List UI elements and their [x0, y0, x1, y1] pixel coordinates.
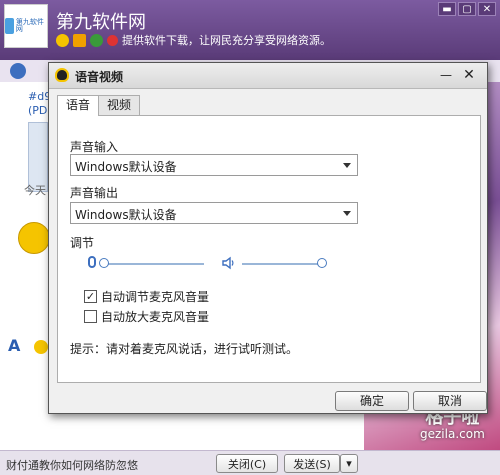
tab-voice[interactable]: 语音 [57, 95, 100, 116]
chevron-down-icon [343, 163, 351, 168]
microphone-icon [88, 256, 96, 268]
date-label: 今天 [24, 184, 46, 197]
watermark-url: gezila.com [420, 426, 485, 441]
output-device-select[interactable]: Windows默认设备 [70, 202, 358, 224]
speaker-volume-thumb[interactable] [317, 258, 327, 268]
status-row: 提供软件下载，让网民充分享受网络资源。 [56, 32, 331, 48]
emoji-icon[interactable] [34, 340, 48, 354]
dialog-title: 语音视频 [75, 70, 124, 84]
avatar-text: 第九软件网 [15, 18, 44, 33]
chevron-down-icon [343, 211, 351, 216]
send-button[interactable]: 发送(S) [284, 454, 340, 473]
output-label: 声音输出 [70, 186, 119, 200]
minimize-icon[interactable]: ▬ [438, 2, 456, 16]
input-device-select[interactable]: Windows默认设备 [70, 154, 358, 176]
auto-adjust-label: 自动调节麦克风音量 [101, 290, 210, 304]
tab-video[interactable]: 视频 [98, 95, 141, 115]
dialog-minimize-icon[interactable]: — [439, 68, 453, 82]
auto-adjust-option[interactable]: ✓ 自动调节麦克风音量 [84, 288, 209, 305]
send-options-chevron-icon[interactable]: ▾ [340, 454, 358, 473]
voice-video-dialog: 语音视频 — ✕ 语音 视频 声音输入 Windows默认设备 声音输出 Win… [48, 62, 488, 414]
voice-panel: 声音输入 Windows默认设备 声音输出 Windows默认设备 调节 ✓ 自… [57, 115, 481, 383]
chat-header: 第九软件网 第九软件网 提供软件下载，让网民充分享受网络资源。 ▬ ▢ ✕ [0, 0, 500, 60]
maximize-icon[interactable]: ▢ [458, 2, 476, 16]
avatar[interactable]: 第九软件网 [4, 4, 48, 48]
footer-ad-link[interactable]: 财付通教你如何网络防忽悠 [6, 457, 138, 473]
window-controls: ▬ ▢ ✕ [438, 2, 496, 16]
chat-footer: 财付通教你如何网络防忽悠 关闭(C) 发送(S) ▾ [0, 450, 500, 475]
camera-icon[interactable] [10, 63, 26, 79]
adjust-label: 调节 [70, 236, 95, 250]
auto-adjust-checkbox[interactable]: ✓ [84, 290, 97, 303]
dialog-close-icon[interactable]: ✕ [461, 67, 477, 83]
badge-icon [107, 34, 118, 46]
phone-icon [5, 18, 14, 34]
ok-button[interactable]: 确定 [335, 391, 409, 411]
close-chat-button[interactable]: 关闭(C) [216, 454, 278, 473]
input-label: 声音输入 [70, 140, 119, 154]
mic-volume-slider[interactable] [104, 263, 204, 265]
chat-title: 第九软件网 [56, 12, 146, 33]
tab-bar: 语音 视频 [57, 95, 141, 116]
cancel-button[interactable]: 取消 [413, 391, 487, 411]
output-device-value: Windows默认设备 [75, 208, 177, 222]
speaker-volume-slider[interactable] [242, 263, 322, 265]
speaker-icon [222, 256, 234, 270]
smile-icon[interactable] [56, 33, 69, 47]
auto-amplify-checkbox[interactable] [84, 310, 97, 323]
dialog-titlebar[interactable]: 语音视频 — ✕ [49, 63, 487, 89]
auto-amplify-label: 自动放大麦克风音量 [101, 310, 210, 324]
mic-volume-thumb[interactable] [99, 258, 109, 268]
qq-penguin-icon [55, 68, 69, 82]
auto-amplify-option[interactable]: 自动放大麦克风音量 [84, 308, 209, 325]
qzone-icon[interactable] [90, 33, 103, 47]
close-icon[interactable]: ✕ [478, 2, 496, 16]
star-icon[interactable] [73, 33, 86, 47]
hint-text: 提示：请对着麦克风说话，进行试听测试。 [70, 342, 299, 356]
font-icon[interactable]: A [8, 336, 20, 355]
input-device-value: Windows默认设备 [75, 160, 177, 174]
status-text: 提供软件下载，让网民充分享受网络资源。 [122, 34, 331, 47]
smiley-icon [18, 222, 50, 254]
